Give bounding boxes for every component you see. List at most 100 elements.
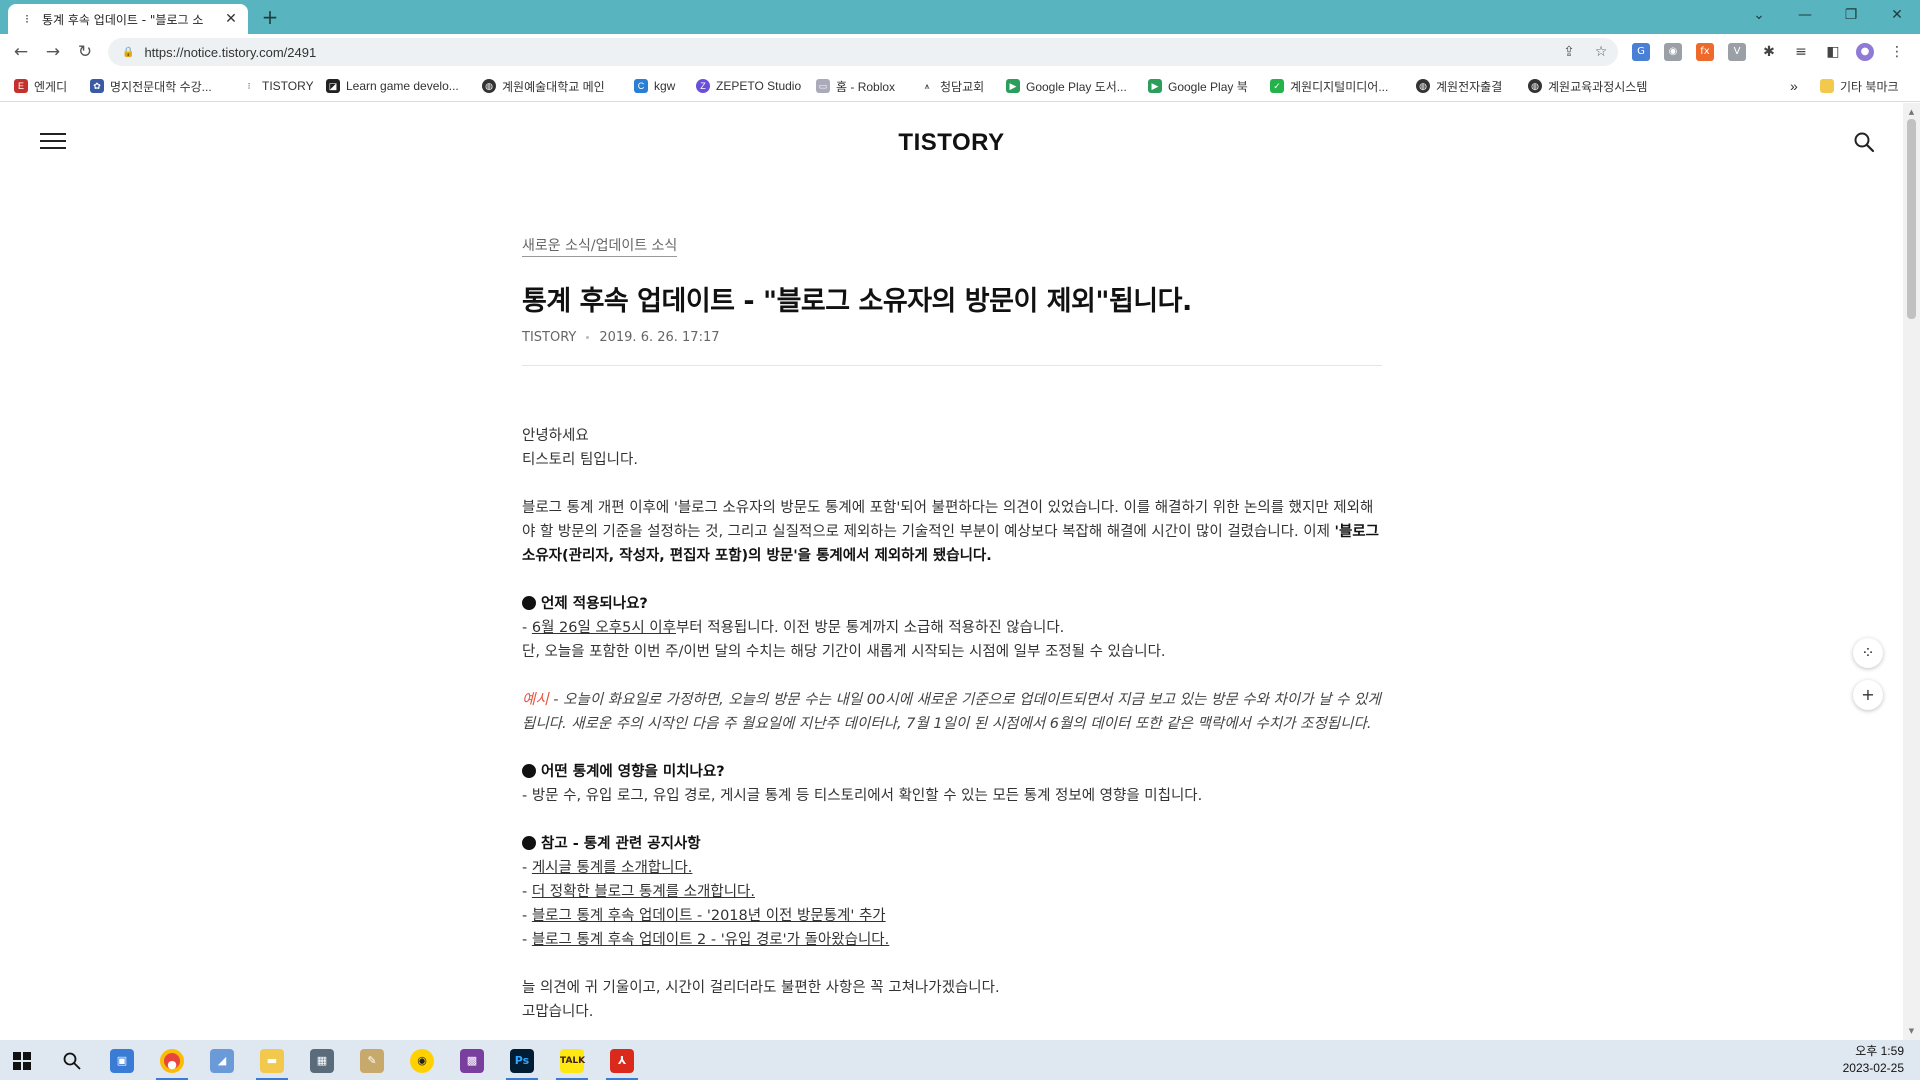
tab-close-icon[interactable]: ✕ — [222, 10, 240, 28]
extensions-puzzle-icon[interactable]: ✱ — [1760, 43, 1778, 61]
bookmark-item[interactable]: ◍ 계원예술대학교 메인 — [482, 77, 605, 95]
globe-icon: ◍ — [1528, 79, 1542, 93]
bookmark-item[interactable]: ◪ Learn game develo... — [326, 77, 459, 95]
bookmark-favicon-icon: E — [14, 79, 28, 93]
bookmark-item[interactable]: ▭ 홈 - Roblox — [816, 77, 895, 95]
close-window-button[interactable]: ✕ — [1874, 0, 1920, 30]
reload-button[interactable]: ↻ — [72, 39, 98, 65]
bookmarks-overflow-button[interactable]: » — [1790, 77, 1798, 95]
lock-icon[interactable]: 🔒 — [122, 47, 134, 58]
other-bookmarks-folder[interactable]: 기타 북마크 — [1820, 77, 1899, 95]
chrome-icon[interactable]: ● — [152, 1045, 192, 1080]
bookmark-item[interactable]: Ckgw — [634, 77, 675, 95]
calculator-icon[interactable]: ▦ — [302, 1045, 342, 1077]
folder-icon — [1820, 79, 1834, 93]
page-scrollbar[interactable]: ▲ ▼ — [1903, 103, 1920, 1040]
bookmark-favicon-icon: ▭ — [816, 79, 830, 93]
bookmark-item[interactable]: ⩚ 청담교회 — [920, 77, 984, 95]
browser-tab-active[interactable]: ⁝ 통계 후속 업데이트 - "블로그 소 ✕ — [8, 4, 248, 34]
tab-strip: ⁝ 통계 후속 업데이트 - "블로그 소 ✕ + ⌄ — ❐ ✕ — [0, 0, 1920, 34]
profile-avatar[interactable]: ● — [1856, 43, 1874, 61]
translate-extension-icon[interactable]: G — [1632, 43, 1650, 61]
bookmark-item[interactable]: ⁝ TISTORY — [242, 77, 314, 95]
clock-date: 2023-02-25 — [1842, 1061, 1904, 1075]
forward-button[interactable]: → — [40, 39, 66, 65]
share-dots-button[interactable]: ⁘ — [1853, 638, 1883, 668]
section-text: 단, 오늘을 포함한 이번 주/이번 달의 수치는 해당 기간이 새롭게 시작되… — [522, 644, 1166, 660]
example-paragraph: 예시 - 오늘이 화요일로 가정하면, 오늘의 방문 수는 내일 00시에 새로… — [522, 692, 1381, 732]
bookmark-item[interactable]: ▶ Google Play 도서... — [1006, 77, 1127, 95]
greeting: 안녕하세요 — [522, 428, 589, 444]
plus-button[interactable]: + — [1853, 680, 1883, 710]
section-text: - 6월 26일 오후5시 이후부터 적용됩니다. 이전 방문 통계까지 소급해… — [522, 620, 1065, 636]
search-icon[interactable] — [1853, 131, 1875, 153]
category-link[interactable]: 새로운 소식/업데이트 소식 — [522, 235, 678, 257]
scroll-up-arrow-icon[interactable]: ▲ — [1903, 105, 1920, 119]
section-heading: 언제 적용되나요? — [522, 592, 1382, 616]
bookmark-item[interactable]: Z ZEPETO Studio — [696, 77, 801, 95]
share-icon[interactable]: ⇪ — [1558, 41, 1580, 63]
bookmark-favicon-icon: C — [634, 79, 648, 93]
related-link[interactable]: 게시글 통계를 소개합니다. — [532, 860, 693, 876]
site-logo[interactable]: TISTORY — [0, 129, 1903, 157]
article-body: 안녕하세요 티스토리 팀입니다. 블로그 통계 개편 이후에 '블로그 소유자의… — [522, 424, 1382, 1024]
scroll-down-arrow-icon[interactable]: ▼ — [1903, 1024, 1920, 1038]
closing-text: 늘 의견에 귀 기울이고, 시간이 걸리더라도 불편한 사항은 꼭 고쳐나가겠습… — [522, 980, 1000, 996]
windows-taskbar: ▣ ● ◢ ▬ ▦ ✎ ◉ ▩ Ps TALK ⅄ 오후 1:59 2023-0… — [0, 1040, 1920, 1080]
app-icon[interactable]: ◢ — [202, 1045, 242, 1077]
closing-thanks: 고맙습니다. — [522, 1004, 594, 1020]
bookmark-item[interactable]: ▶ Google Play 북 — [1148, 77, 1248, 95]
bullet-icon — [522, 764, 536, 778]
more-menu-icon[interactable]: ⋮ — [1888, 43, 1906, 61]
v-extension-icon[interactable]: V — [1728, 43, 1746, 61]
globe-icon: ◍ — [482, 79, 496, 93]
kakaotalk-icon[interactable]: TALK — [552, 1045, 592, 1080]
related-link[interactable]: 블로그 통계 후속 업데이트 2 - '유입 경로'가 돌아왔습니다. — [532, 932, 889, 948]
related-link-row: - 블로그 통계 후속 업데이트 - '2018년 이전 방문통계' 추가 — [522, 908, 886, 924]
windows-start-icon[interactable] — [2, 1045, 42, 1077]
system-clock[interactable]: 오후 1:59 2023-02-25 — [1843, 1043, 1904, 1077]
tab-title: 통계 후속 업데이트 - "블로그 소 — [42, 12, 204, 27]
intro-paragraph: 블로그 통계 개편 이후에 '블로그 소유자의 방문도 통계에 포함'되어 불편… — [522, 500, 1380, 564]
tistory-favicon-icon: ⁝ — [25, 12, 29, 26]
section-text: - 방문 수, 유입 로그, 유입 경로, 게시글 통계 등 티스토리에서 확인… — [522, 788, 1203, 804]
related-link[interactable]: 블로그 통계 후속 업데이트 - '2018년 이전 방문통계' 추가 — [532, 908, 886, 924]
bookmark-item[interactable]: ◍ 계원교육과정시스템 — [1528, 77, 1647, 95]
date-underline-text: 6월 26일 오후5시 이후 — [531, 620, 676, 636]
bullet-icon — [522, 596, 536, 610]
side-panel-icon[interactable]: ◧ — [1824, 43, 1842, 61]
camera-extension-icon[interactable]: ◉ — [1664, 43, 1682, 61]
back-button[interactable]: ← — [8, 39, 34, 65]
app-icon[interactable]: ▣ — [102, 1045, 142, 1077]
file-explorer-icon[interactable]: ▬ — [252, 1045, 292, 1080]
clock-time: 오후 1:59 — [1855, 1044, 1904, 1058]
photoshop-icon[interactable]: Ps — [502, 1045, 542, 1080]
google-play-icon: ▶ — [1006, 79, 1020, 93]
address-bar[interactable]: 🔒 https://notice.tistory.com/2491 — [108, 38, 1618, 66]
fx-extension-icon[interactable]: fx — [1696, 43, 1714, 61]
minimize-button[interactable]: — — [1782, 0, 1828, 30]
bookmark-item[interactable]: ✓ 계원디지털미디어... — [1270, 77, 1388, 95]
bookmark-item[interactable]: ◍ 계원전자출결 — [1416, 77, 1502, 95]
paint-icon[interactable]: ✎ — [352, 1045, 392, 1077]
restore-button[interactable]: ❐ — [1828, 0, 1874, 30]
new-tab-button[interactable]: + — [258, 5, 282, 29]
bookmark-item[interactable]: E 엔게디 — [14, 77, 67, 95]
messenger-icon[interactable]: ◉ — [402, 1045, 442, 1077]
app-icon[interactable]: ▩ — [452, 1045, 492, 1077]
author[interactable]: TISTORY — [522, 330, 576, 345]
acrobat-icon[interactable]: ⅄ — [602, 1045, 642, 1080]
bookmark-star-icon[interactable]: ☆ — [1590, 41, 1612, 63]
bookmark-item[interactable]: ✿ 명지전문대학 수강... — [90, 77, 212, 95]
bookmark-favicon-icon: ✓ — [1270, 79, 1284, 93]
bookmark-favicon-icon: ✿ — [90, 79, 104, 93]
url-text: https://notice.tistory.com/2491 — [144, 44, 317, 60]
search-taskbar-icon[interactable] — [52, 1045, 92, 1077]
meta-separator — [586, 336, 590, 339]
scrollbar-thumb[interactable] — [1907, 119, 1916, 319]
related-link[interactable]: 더 정확한 블로그 통계를 소개합니다. — [532, 884, 755, 900]
bullet-icon — [522, 836, 536, 850]
tab-search-chevron-icon[interactable]: ⌄ — [1736, 0, 1782, 30]
bookmark-favicon-icon: ⁝ — [247, 81, 251, 91]
reading-list-icon[interactable]: ≡ — [1792, 43, 1810, 61]
